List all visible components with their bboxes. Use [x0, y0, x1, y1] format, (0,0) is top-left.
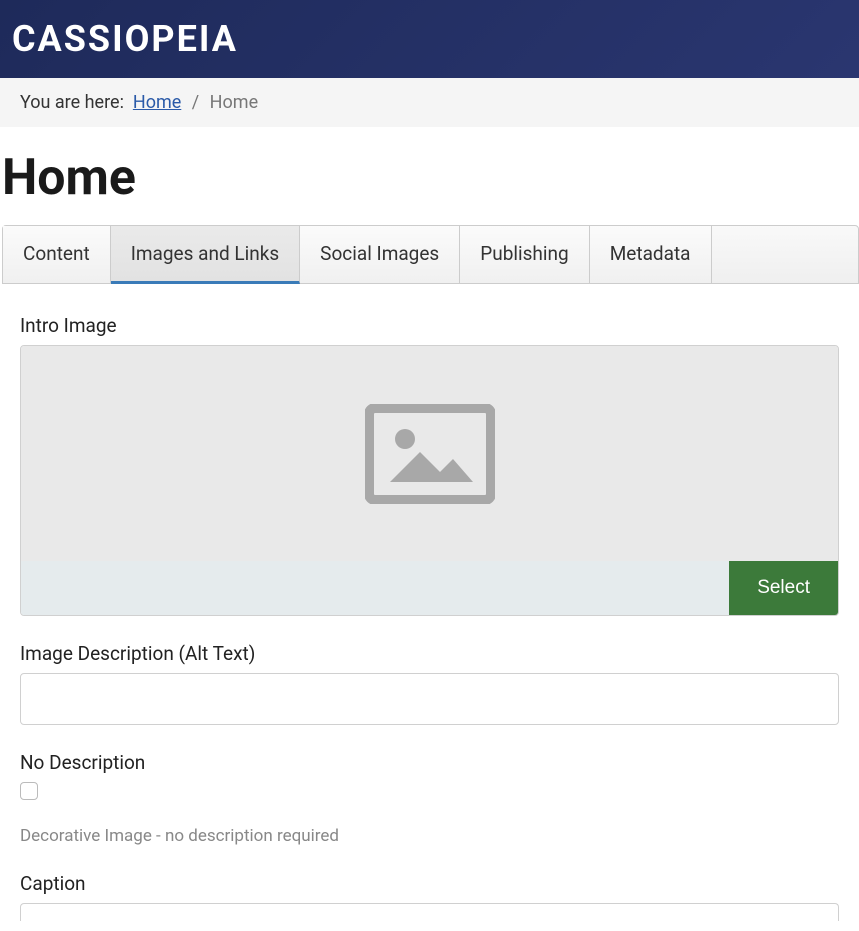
intro-image-box: Select	[20, 345, 839, 616]
tab-panel-images-links: Intro Image Select Image Description (Al…	[0, 284, 859, 931]
breadcrumb: You are here: Home / Home	[0, 78, 859, 127]
tab-social-images[interactable]: Social Images	[300, 226, 460, 283]
no-description-checkbox[interactable]	[20, 782, 38, 800]
caption-label: Caption	[20, 872, 839, 895]
app-header: CASSIOPEIA	[0, 0, 859, 78]
breadcrumb-separator: /	[192, 92, 199, 113]
no-description-label: No Description	[20, 751, 839, 774]
select-button[interactable]: Select	[729, 561, 838, 615]
breadcrumb-current: Home	[210, 92, 258, 113]
intro-image-preview	[21, 346, 838, 561]
field-alt-text: Image Description (Alt Text)	[20, 642, 839, 725]
intro-image-toolbar: Select	[21, 561, 838, 615]
image-placeholder-icon	[365, 404, 495, 504]
tab-content[interactable]: Content	[3, 226, 111, 283]
field-caption: Caption	[20, 872, 839, 921]
breadcrumb-home-link[interactable]: Home	[133, 92, 181, 113]
tab-images-links[interactable]: Images and Links	[111, 226, 300, 284]
tab-publishing[interactable]: Publishing	[460, 226, 589, 283]
alt-text-input[interactable]	[20, 673, 839, 725]
field-intro-image: Intro Image Select	[20, 314, 839, 616]
tab-metadata[interactable]: Metadata	[590, 226, 712, 283]
page-title: Home	[0, 127, 859, 225]
tab-bar: Content Images and Links Social Images P…	[2, 225, 859, 284]
intro-image-label: Intro Image	[20, 314, 839, 337]
field-no-description: No Description Decorative Image - no des…	[20, 751, 839, 846]
no-description-hint: Decorative Image - no description requir…	[20, 826, 839, 846]
caption-input[interactable]	[20, 903, 839, 921]
logo: CASSIOPEIA	[12, 18, 847, 60]
toolbar-path-display	[21, 561, 729, 615]
alt-text-label: Image Description (Alt Text)	[20, 642, 839, 665]
breadcrumb-prefix: You are here:	[20, 92, 124, 113]
